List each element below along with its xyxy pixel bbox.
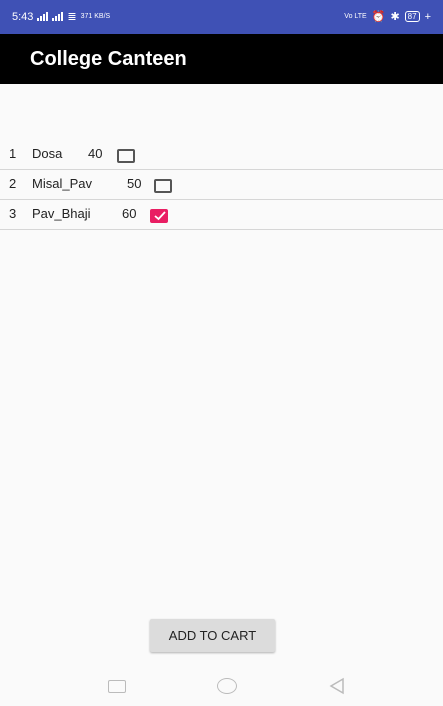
volte-label: Vo LTE [344,13,367,20]
signal-icon [52,12,64,21]
item-price: 40 [88,146,103,161]
alarm-icon: ⏰ [371,11,386,23]
signal-icon [37,12,49,21]
charging-icon: + [424,10,431,23]
net-speed: 371 KB/S [80,13,111,20]
system-nav-bar [0,668,443,706]
add-to-cart-button[interactable]: ADD TO CART [150,619,275,652]
page-title: College Canteen [30,48,187,70]
item-name: Misal_Pav [32,176,92,191]
item-number: 1 [9,146,17,161]
item-number: 3 [9,206,17,221]
item-number: 2 [9,176,17,191]
bluetooth-icon: ✱ [390,11,400,23]
item-checkbox[interactable] [154,179,172,193]
check-icon [154,211,166,221]
list-item: 3 Pav_Bhaji 60 [0,200,443,230]
list-item: 2 Misal_Pav 50 [0,170,443,200]
status-left: 5:43 ≣ 371 KB/S [12,10,111,24]
item-name: Pav_Bhaji [32,206,91,221]
item-checkbox[interactable] [150,209,168,223]
item-price: 60 [122,206,137,221]
recents-icon[interactable] [108,680,126,693]
wifi-icon: ≣ [67,11,77,23]
list-item: 1 Dosa 40 [0,140,443,170]
status-right: Vo LTE ⏰ ✱ 87 + [344,10,431,24]
menu-list: 1 Dosa 40 2 Misal_Pav 50 3 Pav_Bhaji 60 [0,140,443,230]
back-icon[interactable] [328,677,346,695]
home-icon[interactable] [217,678,237,694]
status-bar: 5:43 ≣ 371 KB/S Vo LTE ⏰ ✱ 87 + [0,0,443,34]
app-bar: College Canteen [0,34,443,84]
item-checkbox[interactable] [117,149,135,163]
item-name: Dosa [32,146,63,161]
item-price: 50 [127,176,142,191]
status-time: 5:43 [12,10,34,23]
battery-icon: 87 [404,11,420,22]
